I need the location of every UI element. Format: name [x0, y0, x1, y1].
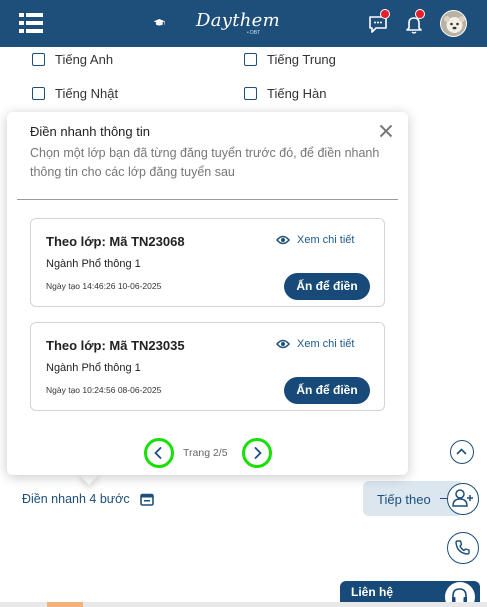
- checkbox-tieng-nhat[interactable]: Tiếng Nhật: [32, 86, 118, 101]
- class-card: Theo lớp: Mã TN23035 Ngành Phổ thông 1 N…: [30, 322, 385, 411]
- checkbox[interactable]: [244, 53, 257, 66]
- checkbox-tieng-anh[interactable]: Tiếng Anh: [32, 52, 113, 67]
- bottom-accent: [47, 602, 83, 607]
- pager-label: Trang 2/5: [183, 447, 228, 459]
- card-major: Ngành Phổ thông 1: [46, 362, 141, 374]
- view-details-label: Xem chi tiết: [297, 234, 355, 246]
- card-major: Ngành Phổ thông 1: [46, 258, 141, 270]
- pager-next-button[interactable]: [242, 438, 272, 468]
- menu-icon[interactable]: [19, 12, 43, 34]
- next-button-label: Tiếp theo: [377, 492, 431, 507]
- checkbox-label: Tiếng Trung: [267, 52, 336, 67]
- calendar-icon: [139, 493, 154, 506]
- add-user-icon: [452, 489, 473, 507]
- checkbox-tieng-trung[interactable]: Tiếng Trung: [244, 52, 336, 67]
- card-date: Ngày tạo 10:24:56 08-06-2025: [46, 385, 162, 395]
- view-details-label: Xem chi tiết: [297, 338, 355, 350]
- quick-fill-popup: Điền nhanh thông tin Chọn một lớp bạn đã…: [7, 112, 408, 475]
- divider: [17, 199, 398, 200]
- top-header: Daythem • DBT: [0, 0, 487, 47]
- card-date: Ngày tạo 14:46:26 10-06-2025: [46, 281, 162, 291]
- checkbox-label: Tiếng Anh: [55, 52, 114, 67]
- popup-title: Điền nhanh thông tin: [30, 124, 150, 139]
- eye-icon: [276, 339, 290, 349]
- eye-icon: [276, 235, 290, 245]
- popup-description: Chọn một lớp bạn đã từng đăng tuyển trướ…: [30, 146, 380, 179]
- checkbox-label: Tiếng Nhật: [55, 86, 119, 101]
- logo-subtext: • DBT: [247, 30, 261, 36]
- avatar[interactable]: [440, 10, 467, 37]
- phone-icon: [455, 540, 470, 555]
- scroll-up-button[interactable]: [450, 440, 474, 464]
- chevron-left-icon: [154, 447, 162, 459]
- fill-button[interactable]: Ấn để điền: [284, 273, 370, 300]
- checkbox-tieng-han[interactable]: Tiếng Hàn: [244, 86, 327, 101]
- logo-text: Daythem: [196, 10, 280, 31]
- class-card: Theo lớp: Mã TN23068 Ngành Phổ thông 1 N…: [30, 218, 385, 307]
- contact-label: Liên hệ: [351, 585, 394, 599]
- bell-notification-dot: [415, 9, 425, 19]
- fill-button[interactable]: Ấn để điền: [284, 377, 370, 404]
- card-title: Theo lớp: Mã TN23068: [46, 234, 185, 249]
- pager-prev-button[interactable]: [144, 438, 174, 468]
- checkbox[interactable]: [32, 87, 45, 100]
- chevron-right-icon: [254, 447, 262, 459]
- view-details-link[interactable]: Xem chi tiết: [276, 338, 354, 350]
- checkbox-label: Tiếng Hàn: [267, 86, 327, 101]
- logo-graduation-cap-icon[interactable]: [153, 9, 193, 37]
- chevron-up-icon: [456, 448, 467, 455]
- checkbox[interactable]: [32, 53, 45, 66]
- card-title: Theo lớp: Mã TN23035: [46, 338, 185, 353]
- phone-button[interactable]: [447, 532, 479, 564]
- add-user-button[interactable]: [447, 483, 479, 515]
- quick-fill-link[interactable]: Điền nhanh 4 bước: [22, 492, 154, 506]
- view-details-link[interactable]: Xem chi tiết: [276, 234, 354, 246]
- close-icon[interactable]: [379, 124, 393, 138]
- checkbox[interactable]: [244, 87, 257, 100]
- chat-notification-dot: [380, 9, 390, 19]
- quick-fill-label: Điền nhanh 4 bước: [22, 492, 130, 506]
